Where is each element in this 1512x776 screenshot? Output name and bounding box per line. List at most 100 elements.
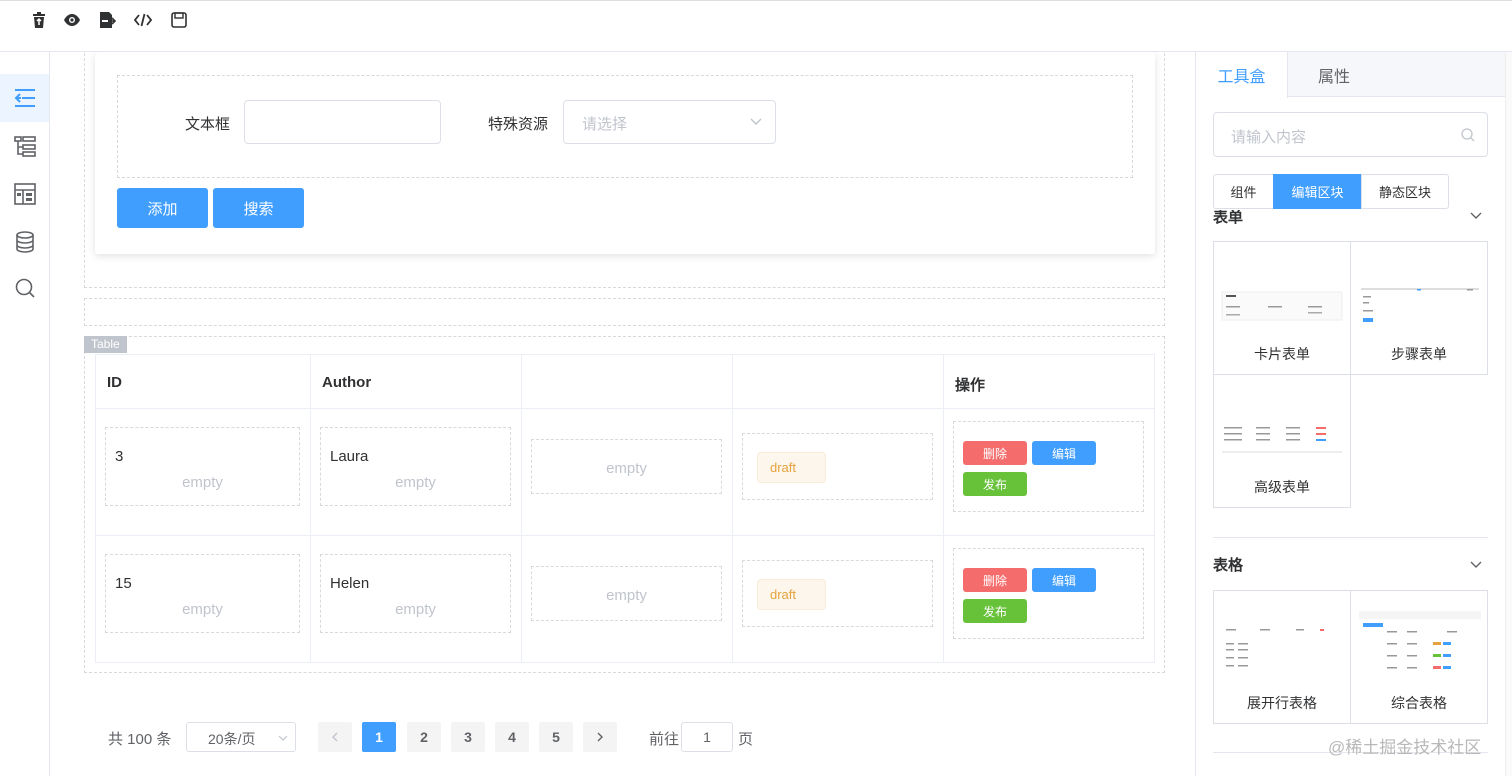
- publish-button[interactable]: 发布: [963, 472, 1027, 496]
- resource-select[interactable]: 请选择: [563, 100, 776, 144]
- block-card-form-label: 卡片表单: [1254, 346, 1310, 362]
- goto-label: 前往: [649, 731, 680, 748]
- empty-placeholder: empty: [395, 474, 436, 491]
- empty-placeholder: empty: [395, 601, 436, 618]
- empty-cell[interactable]: empty: [531, 439, 722, 494]
- publish-button[interactable]: 发布: [963, 599, 1027, 623]
- goto-suffix: 页: [738, 731, 754, 748]
- block-advanced-form[interactable]: 高级表单: [1213, 374, 1351, 508]
- segment-components[interactable]: 组件: [1213, 174, 1274, 209]
- block-step-form[interactable]: 步骤表单: [1350, 241, 1488, 375]
- status-cell[interactable]: draft: [742, 560, 933, 627]
- author-cell[interactable]: Helen empty: [320, 554, 511, 633]
- segment-static-blocks[interactable]: 静态区块: [1361, 174, 1449, 209]
- trash-icon[interactable]: [30, 11, 48, 29]
- search-icon[interactable]: [0, 264, 49, 312]
- chevron-right-icon: [597, 732, 603, 742]
- page-5-button[interactable]: 5: [539, 722, 573, 752]
- edit-button[interactable]: 编辑: [1032, 568, 1096, 592]
- chevron-left-icon: [332, 732, 338, 742]
- search-button[interactable]: 搜索: [213, 188, 304, 228]
- empty-block[interactable]: [84, 298, 1165, 326]
- search-placeholder: 请输入内容: [1231, 129, 1307, 146]
- empty-placeholder: empty: [606, 460, 647, 477]
- delete-button[interactable]: 删除: [963, 568, 1027, 592]
- author-cell[interactable]: Laura empty: [320, 427, 511, 506]
- panel-search-input[interactable]: 请输入内容: [1213, 112, 1488, 157]
- header-author: Author: [322, 374, 372, 391]
- watermark-text: @稀土掘金技术社区: [1328, 738, 1482, 757]
- panel-tabs: 工具盒 属性: [1196, 52, 1506, 98]
- data-table: ID Author 操作 3 empty Laura empty empty d…: [95, 354, 1155, 663]
- database-icon[interactable]: [0, 218, 49, 266]
- status-badge: draft: [757, 452, 826, 483]
- block-advanced-form-label: 高级表单: [1254, 479, 1310, 495]
- status-cell[interactable]: draft: [742, 433, 933, 500]
- actions-cell: 删除 编辑 发布: [953, 421, 1144, 512]
- empty-placeholder: empty: [182, 474, 223, 491]
- text-field-input[interactable]: [244, 100, 441, 144]
- editor-canvas: 文本框 特殊资源 请选择 添加 搜索 Table ID Author 操作 3 …: [50, 52, 1186, 776]
- tab-properties[interactable]: 属性: [1288, 52, 1380, 97]
- id-value: 15: [115, 575, 132, 592]
- segment-edit-blocks[interactable]: 编辑区块: [1273, 174, 1362, 209]
- header-actions: 操作: [955, 377, 986, 394]
- page-size-select[interactable]: 20条/页: [186, 722, 296, 752]
- block-composite-table[interactable]: 综合表格: [1350, 590, 1488, 724]
- panel-scrollbar[interactable]: [1505, 52, 1512, 776]
- delete-button[interactable]: 删除: [963, 441, 1027, 465]
- empty-placeholder: empty: [182, 601, 223, 618]
- step-form-thumbnail: [1361, 288, 1479, 322]
- page-3-button[interactable]: 3: [451, 722, 485, 752]
- top-toolbar: [0, 0, 1512, 52]
- pagination-total: 共 100 条: [108, 731, 172, 748]
- chevron-down-icon: [277, 731, 289, 743]
- select-field-label: 特殊资源: [488, 116, 549, 133]
- code-icon[interactable]: [134, 11, 152, 29]
- section-title-table: 表格: [1213, 557, 1244, 574]
- block-expand-table[interactable]: 展开行表格: [1213, 590, 1351, 724]
- empty-placeholder: empty: [606, 587, 647, 604]
- add-button[interactable]: 添加: [117, 188, 208, 228]
- page-2-button[interactable]: 2: [407, 722, 441, 752]
- prev-page-button[interactable]: [318, 722, 352, 752]
- page-1-button[interactable]: 1: [362, 722, 396, 752]
- text-field-label: 文本框: [185, 116, 231, 133]
- block-step-form-label: 步骤表单: [1391, 346, 1447, 362]
- next-page-button[interactable]: [583, 722, 617, 752]
- tab-toolbox[interactable]: 工具盒: [1196, 52, 1288, 98]
- layout-icon[interactable]: [0, 170, 49, 218]
- chevron-down-icon[interactable]: [1469, 557, 1483, 571]
- page-size-value: 20条/页: [208, 731, 256, 747]
- left-rail: [0, 52, 50, 776]
- chevron-down-icon: [749, 114, 763, 128]
- composite-table-thumbnail: [1359, 611, 1481, 669]
- status-badge: draft: [757, 579, 826, 610]
- right-panel: 工具盒 属性 请输入内容 组件 编辑区块 静态区块 表单 卡片表单 步骤表单 高…: [1195, 52, 1506, 776]
- block-composite-table-label: 综合表格: [1391, 695, 1447, 711]
- id-cell[interactable]: 3 empty: [105, 427, 300, 506]
- page-4-button[interactable]: 4: [495, 722, 529, 752]
- author-value: Laura: [330, 448, 369, 465]
- section-title-form: 表单: [1213, 209, 1244, 226]
- id-cell[interactable]: 15 empty: [105, 554, 300, 633]
- select-placeholder: 请选择: [582, 116, 628, 133]
- chevron-down-icon[interactable]: [1469, 208, 1483, 222]
- export-icon[interactable]: [98, 11, 116, 29]
- save-icon[interactable]: [170, 11, 188, 29]
- search-icon: [1460, 127, 1476, 143]
- eye-icon[interactable]: [63, 11, 81, 29]
- advanced-form-thumbnail: [1222, 427, 1342, 453]
- search-form-card: 文本框 特殊资源 请选择 添加 搜索: [95, 52, 1155, 254]
- tree-icon[interactable]: [0, 122, 49, 170]
- collapse-icon[interactable]: [0, 74, 49, 122]
- block-expand-table-label: 展开行表格: [1247, 695, 1317, 711]
- goto-page-input[interactable]: 1: [681, 722, 733, 752]
- id-value: 3: [115, 448, 124, 465]
- empty-cell[interactable]: empty: [531, 566, 722, 621]
- header-id: ID: [107, 374, 122, 391]
- table-tag: Table: [84, 336, 127, 353]
- edit-button[interactable]: 编辑: [1032, 441, 1096, 465]
- expand-table-thumbnail: [1226, 629, 1324, 667]
- block-card-form[interactable]: 卡片表单: [1213, 241, 1351, 375]
